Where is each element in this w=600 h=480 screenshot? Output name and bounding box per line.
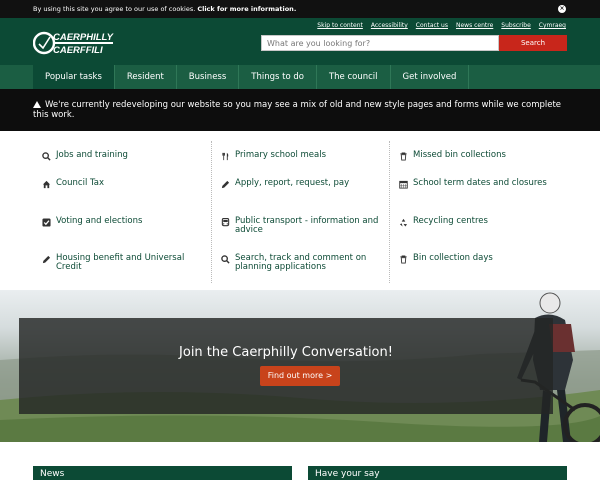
recycle-icon [399,218,408,227]
task-public-transport[interactable]: Public transport - information and advic… [221,217,381,235]
conversation-banner: Join the Caerphilly Conversation! Find o… [19,318,553,414]
task-label: Housing benefit and Universal Credit [56,253,185,272]
task-apply-report-request-pay[interactable]: Apply, report, request, pay [221,178,381,189]
task-school-term-dates[interactable]: School term dates and closures [399,178,559,189]
logo-text-welsh: CAERFFILI [53,45,103,56]
popular-tasks: Jobs and training Council Tax Voting and… [33,141,567,283]
search-icon [42,152,51,161]
redevelopment-alert: We're currently redeveloping our website… [0,89,600,131]
task-label: Council Tax [56,178,105,188]
news-panel-header: News [33,466,292,480]
cookie-bar: By using this site you agree to our use … [0,0,600,18]
task-bin-collection-days[interactable]: Bin collection days [399,253,559,264]
task-council-tax[interactable]: Council Tax [42,178,202,189]
cookie-text: By using this site you agree to our use … [33,5,196,13]
task-recycling-centres[interactable]: Recycling centres [399,216,559,227]
have-your-say-panel-header: Have your say [308,466,567,480]
warning-icon [33,101,41,108]
nav-get-involved[interactable]: Get involved [391,65,470,89]
alert-text: We're currently redeveloping our website… [33,100,562,120]
nav-business[interactable]: Business [177,65,240,89]
nav-resident[interactable]: Resident [115,65,177,89]
news-centre-link[interactable]: News centre [456,22,493,29]
skip-to-content-link[interactable]: Skip to content [317,22,363,29]
pencil-icon [221,180,230,189]
contact-us-link[interactable]: Contact us [416,22,448,29]
calendar-icon [399,180,408,189]
nav-the-council[interactable]: The council [317,65,391,89]
task-label: Recycling centres [413,216,488,226]
logo-text-english: CAERPHILLY [53,32,115,43]
nav-popular-tasks[interactable]: Popular tasks [33,65,115,89]
accessibility-link[interactable]: Accessibility [371,22,408,29]
task-jobs-and-training[interactable]: Jobs and training [42,150,202,161]
main-nav: Popular tasks Resident Business Things t… [0,65,600,89]
task-label: Bin collection days [413,253,493,263]
task-voting-and-elections[interactable]: Voting and elections [42,216,202,227]
search-button[interactable]: Search [499,35,567,51]
bus-icon [221,218,230,227]
checkbox-icon [42,218,51,227]
task-label: Voting and elections [56,216,143,226]
task-label: Public transport - information and advic… [235,216,379,235]
hero-banner: Join the Caerphilly Conversation! Find o… [0,290,600,442]
council-logo[interactable]: CAERPHILLY CAERFFILI [33,27,115,58]
tasks-column-2: Primary school meals Apply, report, requ… [211,141,389,283]
home-icon [42,180,51,189]
cookie-info-link[interactable]: Click for more information. [197,5,296,13]
task-label: Primary school meals [235,150,327,160]
cymraeg-link[interactable]: Cymraeg [539,22,566,29]
bin-icon [400,255,407,264]
task-label: Missed bin collections [413,150,506,160]
task-label: Search, track and comment on planning ap… [235,253,367,272]
search-input[interactable]: What are you looking for? [261,35,499,51]
search-icon [221,255,230,264]
task-planning-applications[interactable]: Search, track and comment on planning ap… [221,254,381,272]
subscribe-link[interactable]: Subscribe [501,22,530,29]
task-primary-school-meals[interactable]: Primary school meals [221,150,381,161]
pencil-icon [42,255,51,264]
nav-things-to-do[interactable]: Things to do [239,65,317,89]
task-label: Jobs and training [56,150,128,160]
task-label: School term dates and closures [413,178,547,188]
banner-title: Join the Caerphilly Conversation! [179,345,393,360]
tasks-column-3: Missed bin collections School term dates… [389,141,567,283]
top-links: Skip to content Accessibility Contact us… [317,22,566,29]
tasks-column-1: Jobs and training Council Tax Voting and… [33,141,211,283]
cutlery-icon [222,152,229,161]
site-header: CAERPHILLY CAERFFILI Skip to content Acc… [0,18,600,65]
find-out-more-button[interactable]: Find out more > [260,366,340,386]
task-missed-bin-collections[interactable]: Missed bin collections [399,150,559,161]
task-label: Apply, report, request, pay [235,178,350,188]
task-housing-benefit[interactable]: Housing benefit and Universal Credit [42,254,202,272]
close-icon[interactable]: × [558,5,566,13]
bin-icon [400,152,407,161]
